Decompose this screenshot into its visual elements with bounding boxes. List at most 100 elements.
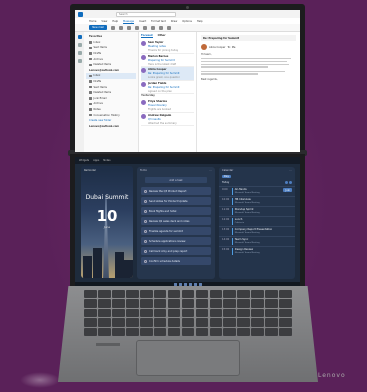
- event-photo-card[interactable]: Reminder Dubai Summit 10 June: [81, 166, 133, 278]
- next-icon[interactable]: [289, 180, 292, 184]
- keyboard-key[interactable]: [223, 318, 237, 327]
- explorer-icon[interactable]: [183, 283, 187, 286]
- keyboard-key[interactable]: [139, 290, 153, 299]
- keyboard-key[interactable]: [111, 290, 125, 299]
- keyboard-key[interactable]: [153, 327, 167, 336]
- checkbox-icon[interactable]: [144, 239, 147, 243]
- keyboard-key[interactable]: [125, 308, 139, 318]
- keyboard-key[interactable]: [167, 290, 181, 299]
- menu-item[interactable]: Help: [197, 20, 203, 23]
- keyboard-key[interactable]: [167, 308, 181, 318]
- keyboard-key[interactable]: [139, 318, 153, 327]
- prev-icon[interactable]: [285, 180, 289, 184]
- apps-tab[interactable]: Apps: [93, 159, 99, 162]
- checkbox-icon[interactable]: [144, 209, 147, 213]
- keyboard-key[interactable]: [195, 308, 209, 318]
- keyboard-key[interactable]: [97, 308, 111, 318]
- keyboard-key[interactable]: [209, 290, 223, 299]
- menu-item[interactable]: View: [101, 20, 107, 23]
- keyboard-key[interactable]: [265, 327, 279, 336]
- menu-item[interactable]: Format text: [151, 20, 166, 23]
- flag-icon[interactable]: [159, 25, 163, 30]
- keyboard-key[interactable]: [84, 327, 97, 336]
- keyboard-key[interactable]: [223, 299, 237, 308]
- keyboard-key[interactable]: [195, 290, 209, 299]
- keyboard-key[interactable]: [223, 290, 237, 299]
- checkbox-icon[interactable]: [144, 249, 147, 253]
- menu-item[interactable]: Insert: [139, 20, 146, 23]
- keyboard-key[interactable]: [237, 308, 251, 318]
- message-item[interactable]: Jordan Fields Re: Preparing for Summit Agr…: [141, 81, 194, 94]
- calendar-event[interactable]: 9:00 All-Hands Microsoft Teams Meeting Join: [219, 186, 295, 196]
- menu-item[interactable]: Draw: [171, 20, 178, 23]
- keyboard-key[interactable]: [153, 308, 167, 318]
- sender-name[interactable]: Alicia Cooper: [209, 46, 225, 49]
- move-icon[interactable]: [127, 25, 131, 30]
- keyboard-key[interactable]: [111, 327, 125, 336]
- teams-icon[interactable]: [198, 283, 202, 286]
- keyboard-key[interactable]: [223, 327, 237, 336]
- task-item[interactable]: Confirm schedule details: [141, 257, 211, 265]
- search-icon[interactable]: [178, 283, 182, 286]
- keyboard-key[interactable]: [181, 318, 195, 327]
- calendar-event[interactable]: 11:00 Standup Sprint Microsoft Teams Meeti…: [219, 206, 295, 216]
- calendar-event[interactable]: 10:00 HR Interview Microsoft Teams Meeting: [219, 196, 295, 206]
- keyboard-key[interactable]: [237, 299, 251, 308]
- checkbox-icon[interactable]: [144, 189, 147, 193]
- keyboard-key[interactable]: [111, 318, 125, 327]
- task-item[interactable]: Finalize agenda for summit: [141, 227, 211, 235]
- keyboard-key[interactable]: [209, 318, 223, 327]
- message-item[interactable]: Alicia Cooper Re: Preparing for Summit Loo…: [141, 67, 194, 81]
- forward-icon[interactable]: [151, 25, 155, 30]
- archive-icon[interactable]: [119, 25, 123, 30]
- message-item[interactable]: Sam Taylor Meeting notes Thanks for joinin…: [141, 40, 194, 54]
- delete-icon[interactable]: [111, 25, 115, 30]
- keyboard-key[interactable]: [279, 327, 292, 336]
- keyboard-key[interactable]: [84, 299, 97, 308]
- outlook-icon[interactable]: [193, 283, 197, 286]
- keyboard-key[interactable]: [265, 318, 279, 327]
- keyboard-key[interactable]: [167, 299, 181, 308]
- widgets-tab[interactable]: Widgets: [79, 159, 89, 162]
- keyboard-key[interactable]: [251, 308, 265, 318]
- keyboard-key[interactable]: [111, 308, 125, 318]
- keyboard-key[interactable]: [125, 327, 139, 336]
- new-mail-button[interactable]: New mail: [89, 25, 107, 30]
- menu-item[interactable]: Options: [182, 20, 192, 23]
- task-item[interactable]: Review the Q3 Product Report: [141, 187, 211, 195]
- add-task-button[interactable]: Add a task: [145, 177, 207, 183]
- tab-focused[interactable]: Focused: [141, 34, 153, 38]
- keyboard-key[interactable]: [111, 299, 125, 308]
- keyboard-key[interactable]: [84, 308, 97, 318]
- keyboard-key[interactable]: [195, 318, 209, 327]
- keyboard-key[interactable]: [251, 327, 265, 336]
- more-icon[interactable]: ⋯: [210, 169, 213, 172]
- keyboard-key[interactable]: [84, 318, 97, 327]
- calendar-event[interactable]: 12:00 Lunch Cafeteria: [219, 216, 295, 226]
- checkbox-icon[interactable]: [144, 259, 147, 263]
- keyboard-key[interactable]: [181, 327, 195, 336]
- day-toggle[interactable]: Day: [222, 175, 231, 178]
- checkbox-icon[interactable]: [144, 199, 147, 203]
- search-input[interactable]: Search: [116, 11, 176, 17]
- keyboard-key[interactable]: [181, 299, 195, 308]
- keyboard-key[interactable]: [237, 318, 251, 327]
- touchpad[interactable]: [136, 340, 240, 376]
- menu-item[interactable]: Help: [112, 20, 118, 23]
- keyboard-key[interactable]: [153, 299, 167, 308]
- task-item[interactable]: Send slides for Product Update: [141, 197, 211, 205]
- join-button[interactable]: Join: [283, 188, 292, 192]
- keyboard-key[interactable]: [181, 308, 195, 318]
- keyboard-key[interactable]: [97, 318, 111, 327]
- keyboard-key[interactable]: [153, 318, 167, 327]
- keyboard-key[interactable]: [139, 308, 153, 318]
- keyboard-key[interactable]: [279, 299, 292, 308]
- keyboard-key[interactable]: [209, 299, 223, 308]
- task-item[interactable]: Schedule applications review: [141, 237, 211, 245]
- keyboard-key[interactable]: [139, 299, 153, 308]
- keyboard-key[interactable]: [251, 290, 265, 299]
- more-icon[interactable]: ⋯: [290, 169, 293, 172]
- keyboard-key[interactable]: [279, 318, 292, 327]
- keyboard-key[interactable]: [237, 290, 251, 299]
- keyboard-key[interactable]: [139, 327, 153, 336]
